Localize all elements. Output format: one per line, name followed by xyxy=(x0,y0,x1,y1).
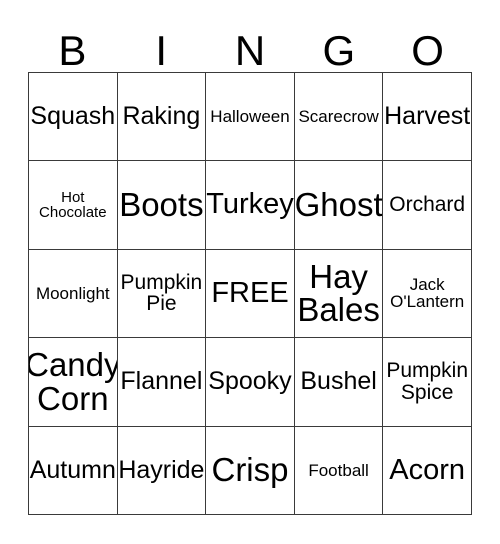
bingo-cell[interactable]: Orchard xyxy=(383,161,472,250)
bingo-cell[interactable]: Flannel xyxy=(117,338,207,427)
bingo-cell[interactable]: Squash xyxy=(29,73,118,162)
bingo-cell-label: Harvest xyxy=(384,101,471,130)
bingo-cell-label: Boots xyxy=(119,186,204,224)
bingo-cell-label: Candy Corn xyxy=(29,346,118,417)
bingo-cell-label: Crisp xyxy=(211,451,289,489)
bingo-cell-label: Moonlight xyxy=(35,283,110,303)
bingo-cell-label: Ghost xyxy=(294,186,383,224)
bingo-cell[interactable]: Pumpkin Pie xyxy=(117,249,207,339)
bingo-cell-label: FREE xyxy=(211,276,289,309)
bingo-cell-label: Orchard xyxy=(389,193,466,217)
bingo-cell-label: Hot Chocolate xyxy=(39,188,107,222)
bingo-cell[interactable]: Raking xyxy=(117,73,207,162)
bingo-cell-free[interactable]: FREE xyxy=(206,249,295,339)
bingo-cell-label: Scarecrow xyxy=(298,107,379,127)
bingo-cell-label: Squash xyxy=(30,101,116,130)
bingo-cell[interactable]: Autumn xyxy=(29,426,118,515)
bingo-cell[interactable]: Football xyxy=(294,426,384,515)
bingo-cell[interactable]: Ghost xyxy=(294,161,384,250)
bingo-header-row: B I N G O xyxy=(28,22,472,72)
bingo-header-letter-g: G xyxy=(322,27,356,74)
bingo-cell-label: Halloween xyxy=(210,107,290,127)
bingo-cell-label: Pumpkin Spice xyxy=(386,359,469,404)
bingo-cell[interactable]: Boots xyxy=(117,161,207,250)
bingo-cell-label: Pumpkin Pie xyxy=(120,271,203,316)
bingo-cell-label: Autumn xyxy=(29,455,116,484)
bingo-cell-label: Bushel xyxy=(300,367,377,396)
bingo-cell[interactable]: Bushel xyxy=(294,338,384,427)
bingo-header-letter-o: O xyxy=(411,27,444,74)
bingo-cell-label: Turkey xyxy=(206,188,294,221)
bingo-cell-label: Hayride xyxy=(118,455,205,484)
bingo-cell[interactable]: Candy Corn xyxy=(29,338,118,427)
bingo-header-letter-i: I xyxy=(155,27,168,74)
bingo-header-letter-b: B xyxy=(58,27,87,74)
bingo-cell[interactable]: Harvest xyxy=(383,73,472,162)
bingo-cell[interactable]: Turkey xyxy=(206,161,295,250)
bingo-cell-label: Flannel xyxy=(120,367,203,396)
bingo-card: B I N G O Squash Raking Halloween Scarec… xyxy=(28,22,472,516)
bingo-cell-label: Raking xyxy=(122,101,201,130)
bingo-cell[interactable]: Pumpkin Spice xyxy=(383,338,472,427)
bingo-cell-label: Football xyxy=(308,460,369,480)
bingo-cell-label: Jack O'Lantern xyxy=(390,275,465,312)
bingo-cell-label: Spooky xyxy=(208,367,292,396)
bingo-cell[interactable]: Hayride xyxy=(117,426,207,515)
bingo-cell[interactable]: Jack O'Lantern xyxy=(383,249,472,339)
bingo-cell-label: Hay Bales xyxy=(297,257,380,329)
bingo-cell[interactable]: Moonlight xyxy=(29,249,118,339)
bingo-cell[interactable]: Halloween xyxy=(206,73,295,162)
bingo-grid: Squash Raking Halloween Scarecrow Harves… xyxy=(28,72,472,515)
bingo-cell[interactable]: Spooky xyxy=(206,338,295,427)
bingo-cell[interactable]: Scarecrow xyxy=(294,73,384,162)
bingo-cell[interactable]: Acorn xyxy=(383,426,472,515)
bingo-header-letter-n: N xyxy=(234,27,266,74)
bingo-cell-label: Acorn xyxy=(389,453,466,486)
bingo-cell[interactable]: Hot Chocolate xyxy=(29,161,118,250)
bingo-cell[interactable]: Hay Bales xyxy=(294,249,384,339)
bingo-cell[interactable]: Crisp xyxy=(206,426,295,515)
